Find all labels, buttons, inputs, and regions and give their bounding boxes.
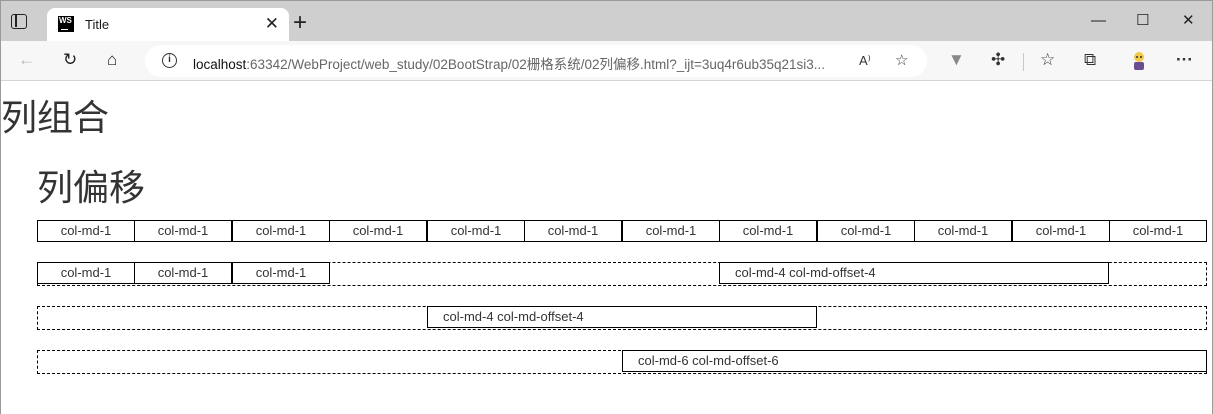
tab-title: Title [85, 17, 110, 32]
grid-col: col-md-1 [232, 220, 330, 242]
heading-column-offset: 列偏移 [37, 167, 146, 208]
home-icon[interactable]: ⌂ [107, 50, 117, 70]
grid-col: col-md-1 [914, 220, 1012, 242]
grid-col: col-md-1 [37, 262, 135, 284]
extensions-puzzle-icon[interactable]: ✣ [991, 50, 1005, 70]
new-tab-icon[interactable]: + [293, 11, 307, 35]
grid-col: col-md-1 [817, 220, 915, 242]
grid-row-3: col-md-4 col-md-offset-4 [37, 306, 1207, 330]
grid-col: col-md-1 [232, 262, 330, 284]
grid-col: col-md-1 [134, 262, 232, 284]
grid-row-1: col-md-1 col-md-1 col-md-1 col-md-1 col-… [37, 220, 1207, 242]
profile-avatar-icon[interactable] [1130, 51, 1148, 71]
heading-column-combination: 列组合 [1, 97, 110, 138]
favorites-icon[interactable]: ☆ [1040, 50, 1055, 70]
tab-active[interactable]: WS Title ✕ [47, 8, 289, 41]
back-icon[interactable]: ← [18, 50, 35, 70]
webstorm-favicon-icon: WS [58, 16, 74, 32]
tab-close-icon[interactable]: ✕ [265, 14, 279, 34]
page-content: 列组合 列偏移 col-md-1 col-md-1 col-md-1 col-m… [1, 82, 1212, 414]
maximize-icon[interactable]: ☐ [1136, 11, 1149, 31]
site-info-icon[interactable]: i [162, 53, 177, 68]
browser-window: WS Title ✕ + — ☐ ✕ ← ↻ ⌂ i localhost:633… [0, 0, 1213, 414]
grid-col: col-md-1 [134, 220, 232, 242]
grid-row-4: col-md-6 col-md-offset-6 [37, 350, 1207, 374]
close-window-icon[interactable]: ✕ [1182, 11, 1195, 31]
grid-col-offset: col-md-4 col-md-offset-4 [427, 306, 817, 328]
grid-col-offset: col-md-6 col-md-offset-6 [622, 350, 1207, 372]
tab-actions-icon[interactable] [11, 14, 27, 29]
url-text[interactable]: localhost:63342/WebProject/web_study/02B… [193, 53, 825, 73]
collections-icon[interactable]: ⧉ [1084, 50, 1096, 70]
grid-col: col-md-1 [524, 220, 622, 242]
grid-col: col-md-1 [427, 220, 525, 242]
read-aloud-icon[interactable]: A⁾ [859, 51, 871, 71]
add-favorite-icon[interactable]: ☆ [895, 51, 908, 71]
grid-row-2: col-md-1 col-md-1 col-md-1 col-md-4 col-… [37, 262, 1207, 286]
grid-col: col-md-1 [1109, 220, 1207, 242]
address-bar[interactable]: i localhost:63342/WebProject/web_study/0… [145, 45, 927, 77]
navigation-bar: ← ↻ ⌂ i localhost:63342/WebProject/web_s… [1, 41, 1212, 81]
refresh-icon[interactable]: ↻ [63, 50, 77, 70]
extension-v-icon[interactable]: ▼ [948, 50, 965, 70]
grid-col-offset: col-md-4 col-md-offset-4 [719, 262, 1109, 284]
grid-col: col-md-1 [1012, 220, 1110, 242]
toolbar-divider [1023, 53, 1024, 71]
minimize-icon[interactable]: — [1091, 11, 1106, 31]
grid-col: col-md-1 [329, 220, 427, 242]
grid-col: col-md-1 [37, 220, 135, 242]
tab-bar: WS Title ✕ + — ☐ ✕ [1, 1, 1212, 41]
more-menu-icon[interactable]: ··· [1176, 50, 1193, 70]
grid-col: col-md-1 [622, 220, 720, 242]
grid-col: col-md-1 [719, 220, 817, 242]
